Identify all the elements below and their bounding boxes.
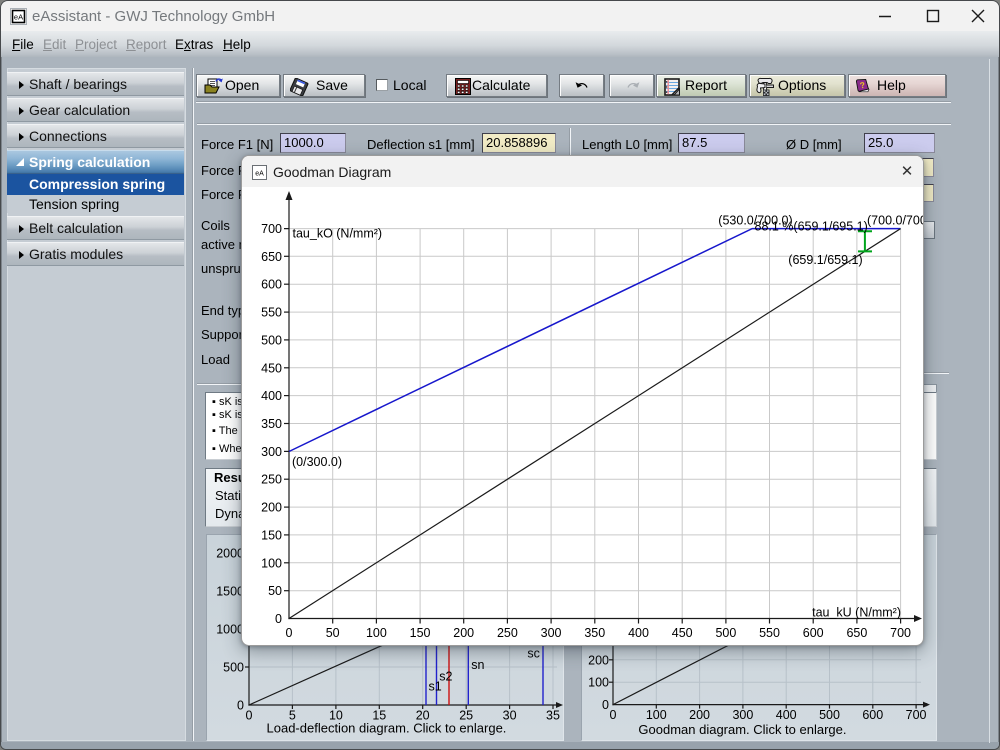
- svg-text:0: 0: [286, 626, 293, 640]
- svg-text:(659.1/659.1): (659.1/659.1): [788, 253, 862, 267]
- svg-text:350: 350: [261, 417, 282, 431]
- svg-text:50: 50: [268, 584, 282, 598]
- svg-text:450: 450: [672, 626, 693, 640]
- svg-text:600: 600: [862, 708, 883, 722]
- svg-text:150: 150: [261, 528, 282, 542]
- svg-text:400: 400: [776, 708, 797, 722]
- svg-text:600: 600: [803, 626, 824, 640]
- svg-text:200: 200: [689, 708, 710, 722]
- svg-text:500: 500: [261, 333, 282, 347]
- svg-text:tau_kO (N/mm²): tau_kO (N/mm²): [293, 227, 383, 241]
- svg-text:350: 350: [584, 626, 605, 640]
- svg-text:700: 700: [890, 626, 911, 640]
- svg-text:1000: 1000: [216, 623, 244, 637]
- svg-text:400: 400: [261, 389, 282, 403]
- svg-text:50: 50: [326, 626, 340, 640]
- svg-text:100: 100: [261, 556, 282, 570]
- svg-text:100: 100: [366, 626, 387, 640]
- svg-text:250: 250: [261, 473, 282, 487]
- svg-text:550: 550: [759, 626, 780, 640]
- svg-text:250: 250: [497, 626, 518, 640]
- svg-text:0: 0: [610, 708, 617, 722]
- svg-text:100: 100: [646, 708, 667, 722]
- svg-text:s2: s2: [439, 670, 452, 684]
- svg-text:sc: sc: [527, 647, 540, 661]
- svg-text:Goodman diagram. Click to enla: Goodman diagram. Click to enlarge.: [638, 722, 846, 737]
- svg-text:200: 200: [261, 501, 282, 515]
- svg-text:150: 150: [410, 626, 431, 640]
- svg-text:200: 200: [588, 653, 609, 667]
- svg-text:(700.0/700.0): (700.0/700.0): [867, 213, 924, 227]
- svg-text:88.1 %(659.1/695.1): 88.1 %(659.1/695.1): [755, 220, 868, 234]
- svg-text:Load-deflection diagram. Click: Load-deflection diagram. Click to enlarg…: [267, 721, 507, 736]
- svg-text:(0/300.0): (0/300.0): [292, 455, 342, 469]
- svg-text:700: 700: [261, 222, 282, 236]
- svg-text:eA: eA: [14, 13, 23, 22]
- svg-text:500: 500: [715, 626, 736, 640]
- svg-text:0: 0: [237, 699, 244, 713]
- svg-text:eA: eA: [255, 171, 264, 178]
- svg-text:0: 0: [275, 612, 282, 626]
- svg-text:0: 0: [602, 698, 609, 712]
- svg-text:0: 0: [246, 709, 253, 723]
- svg-text:1500: 1500: [216, 585, 244, 599]
- svg-text:500: 500: [223, 661, 244, 675]
- svg-text:100: 100: [588, 676, 609, 690]
- svg-text:700: 700: [906, 708, 927, 722]
- svg-text:450: 450: [261, 361, 282, 375]
- svg-text:550: 550: [261, 306, 282, 320]
- svg-text:300: 300: [541, 626, 562, 640]
- svg-text:2000: 2000: [216, 547, 244, 561]
- svg-text:300: 300: [261, 445, 282, 459]
- svg-text:200: 200: [453, 626, 474, 640]
- svg-text:300: 300: [732, 708, 753, 722]
- svg-text:tau_kU (N/mm²): tau_kU (N/mm²): [812, 606, 901, 620]
- svg-text:650: 650: [846, 626, 867, 640]
- svg-text:650: 650: [261, 250, 282, 264]
- svg-text:500: 500: [819, 708, 840, 722]
- svg-text:35: 35: [546, 709, 560, 723]
- svg-text:600: 600: [261, 278, 282, 292]
- svg-text:400: 400: [628, 626, 649, 640]
- svg-text:sn: sn: [471, 658, 484, 672]
